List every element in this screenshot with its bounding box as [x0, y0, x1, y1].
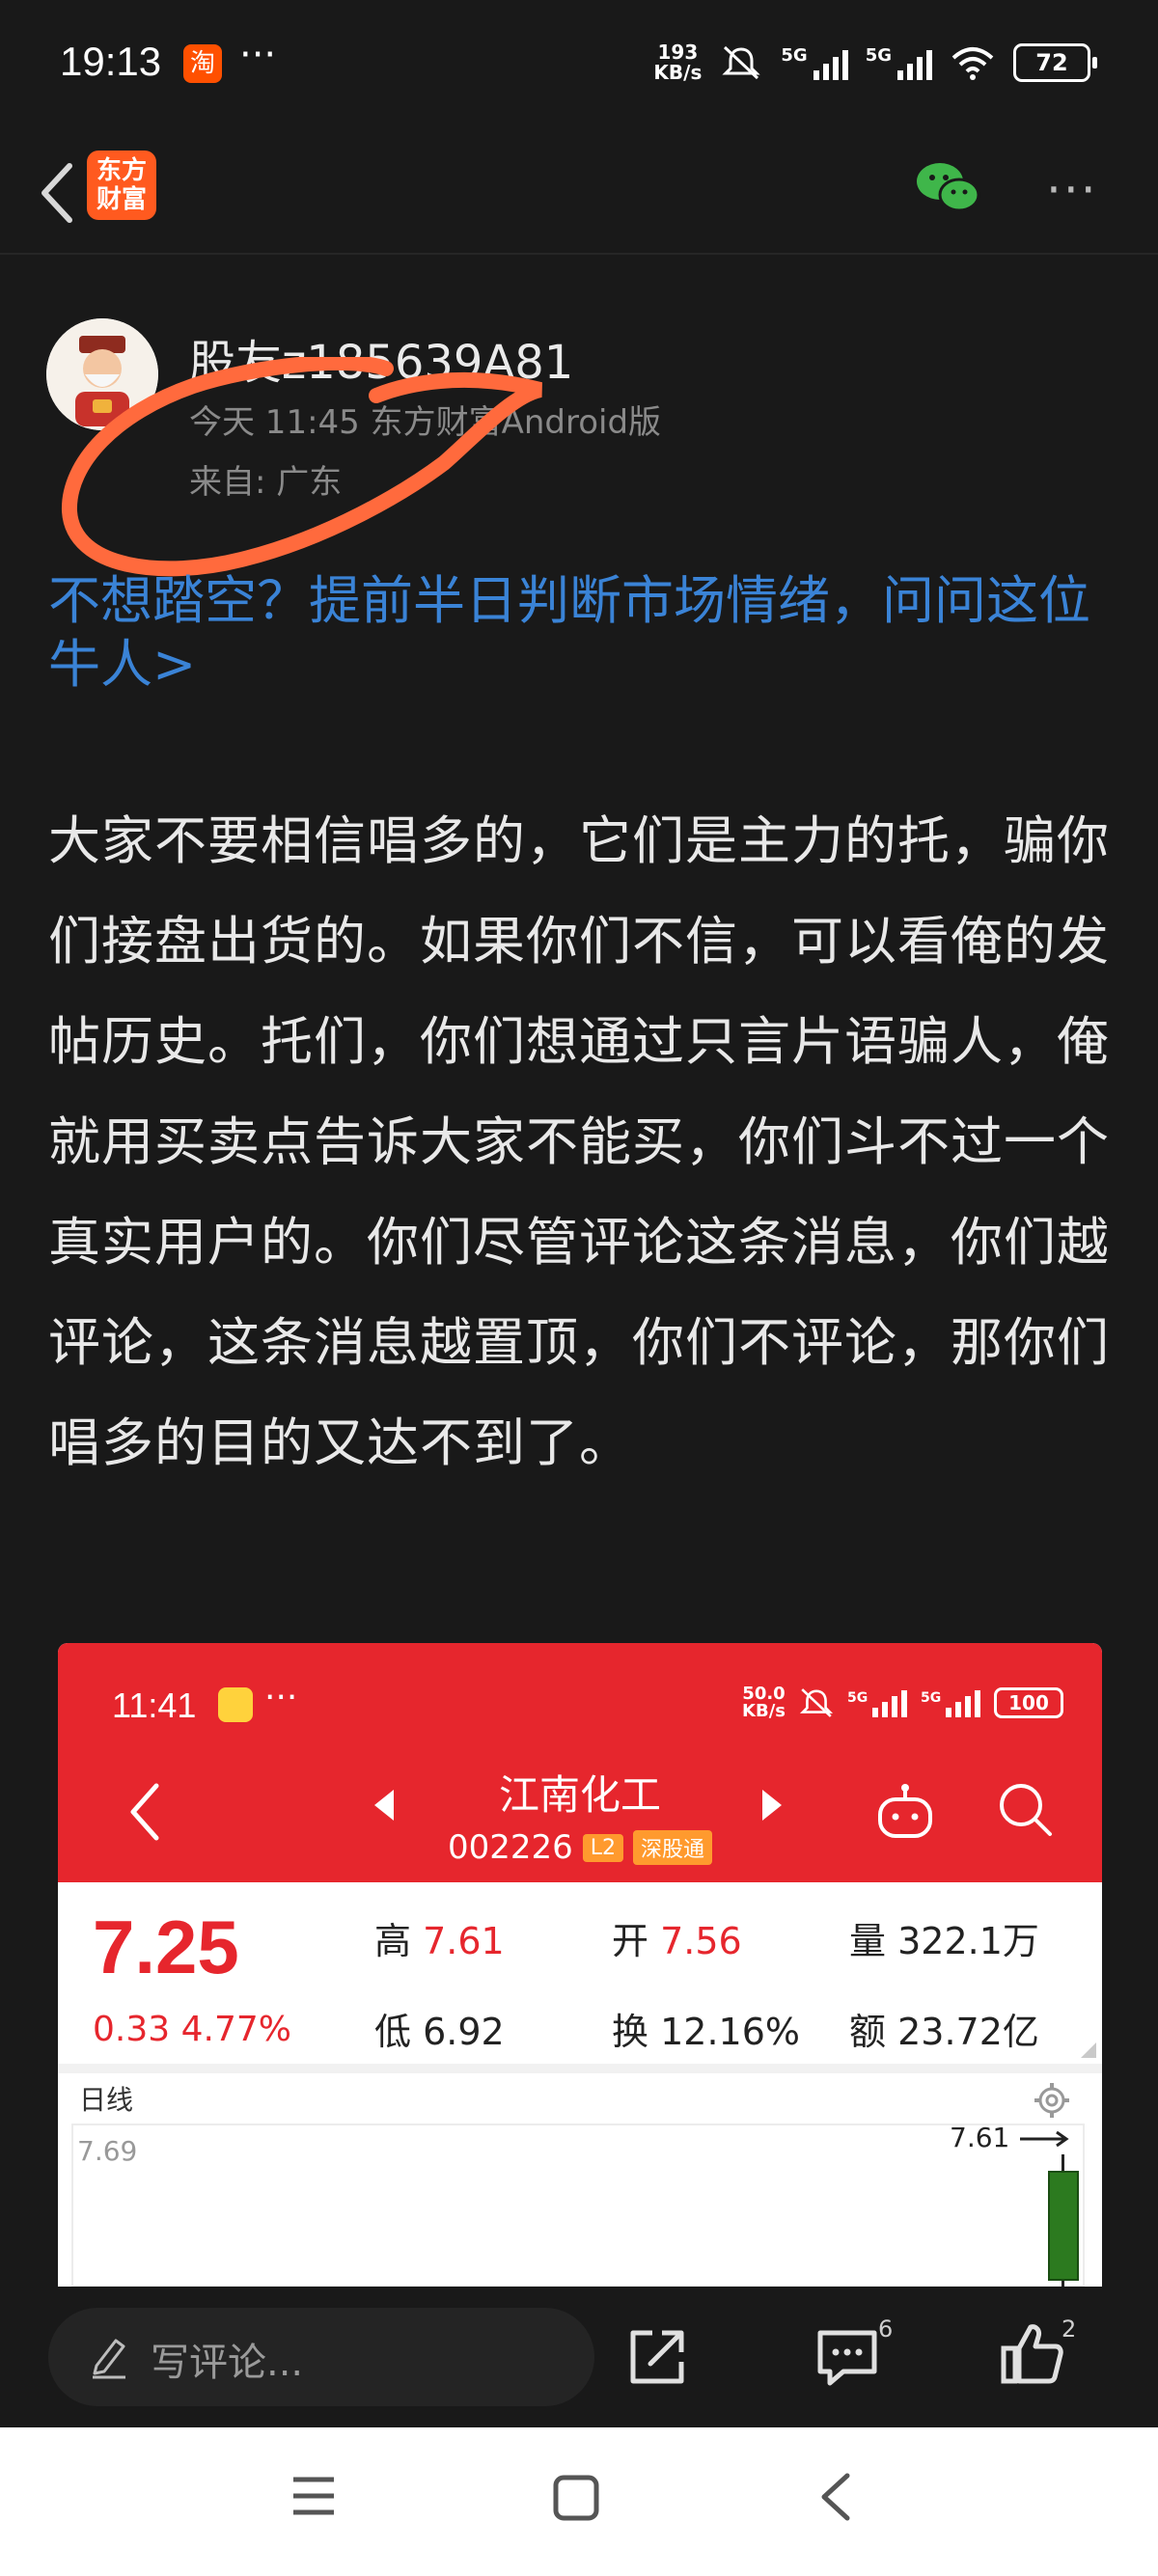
net-speed-value: 193	[657, 41, 699, 64]
stat-value: 7.61	[423, 1920, 505, 1962]
stock-name: 江南化工	[498, 1771, 661, 1819]
net-speed-unit: KB/s	[653, 61, 703, 84]
signal-icon: 5G	[847, 1690, 907, 1717]
status-more-indicator: ···	[239, 33, 277, 77]
net-speed: 193 KB/s	[653, 42, 702, 83]
badge-l2: L2	[582, 1833, 624, 1862]
stat-label: 换	[612, 2011, 649, 2053]
stat-high: 高 7.61	[374, 1911, 505, 1964]
app-logo[interactable]: 东方财富	[87, 151, 156, 220]
stat-label: 额	[849, 2011, 887, 2053]
stat-turnover: 换 12.16%	[612, 2002, 800, 2055]
stat-value: 23.72亿	[897, 2011, 1039, 2053]
post-location: 来自: 广东	[189, 463, 343, 502]
chart-marker-value: 7.61	[950, 2122, 1010, 2153]
mute-icon	[799, 1688, 834, 1717]
expand-corner-icon[interactable]	[1081, 2042, 1096, 2058]
embedded-stock-screenshot[interactable]: 11:41 ··· 50.0 KB/s 5G 5G 100 江南化工 00222…	[58, 1643, 1102, 2287]
svg-text:5G: 5G	[847, 1690, 868, 1706]
stat-value: 7.56	[660, 1920, 742, 1962]
stat-value: 12.16%	[660, 2011, 801, 2053]
status-icons: 193 KB/s 5G 5G 72	[653, 42, 1097, 83]
embedded-net-speed: 50.0 KB/s	[742, 1685, 786, 1720]
embedded-net-speed-unit: KB/s	[742, 1701, 786, 1721]
arrow-right-icon	[1020, 2130, 1069, 2148]
weibo-icon	[218, 1687, 253, 1722]
gear-icon[interactable]	[1033, 2081, 1071, 2120]
svg-text:5G: 5G	[921, 1690, 941, 1706]
wifi-icon	[951, 47, 994, 80]
stat-open: 开 7.56	[612, 1911, 742, 1964]
chart-high-label: 7.69	[77, 2135, 138, 2167]
stat-amount: 额 23.72亿	[849, 2002, 1039, 2055]
post-body: 大家不要相信唱多的，它们是主力的托，骗你们接盘出货的。如果你们不信，可以看俺的发…	[48, 810, 1110, 1473]
battery-level: 72	[1035, 49, 1068, 76]
chart-marker: 7.61	[950, 2122, 1072, 2153]
mute-icon	[722, 45, 760, 80]
search-icon[interactable]	[996, 1780, 1054, 1838]
stat-volume: 量 322.1万	[849, 1911, 1039, 1964]
candle-body	[1048, 2171, 1079, 2281]
embedded-status-time: 11:41	[112, 1685, 197, 1725]
comment-placeholder[interactable]: 写评论...	[151, 2331, 303, 2387]
section-separator	[58, 2064, 1102, 2073]
header-divider	[0, 253, 1158, 255]
signal-icon: 5G	[921, 1690, 980, 1717]
stat-value: 322.1万	[897, 1920, 1039, 1962]
like-icon[interactable]	[1000, 2319, 1063, 2387]
signal-icon: 5G	[866, 45, 932, 80]
status-bar: 19:13 淘 ··· 193 KB/s 5G 5G 72	[0, 0, 1158, 135]
stat-label: 量	[849, 1920, 887, 1962]
next-stock-icon[interactable]	[762, 1790, 782, 1821]
promo-link[interactable]: 不想踏空？提前半日判断市场情绪，问问这位牛人>	[48, 569, 1110, 697]
battery-icon: 100	[994, 1687, 1063, 1718]
stat-label: 开	[612, 1920, 649, 1962]
stat-label: 高	[374, 1920, 412, 1962]
edit-icon	[93, 2339, 125, 2379]
embedded-status-more: ···	[264, 1678, 298, 1717]
stat-low: 低 6.92	[374, 2002, 505, 2055]
more-icon[interactable]: ···	[1046, 162, 1098, 218]
stock-code: 002226	[447, 1828, 573, 1867]
battery-icon: 72	[1013, 43, 1097, 82]
net-type-label: 5G	[781, 45, 808, 66]
net-type-label: 5G	[865, 45, 892, 66]
embedded-battery-level: 100	[1008, 1691, 1049, 1714]
back-icon[interactable]	[29, 154, 87, 232]
share-icon[interactable]	[625, 2325, 689, 2389]
status-time: 19:13	[60, 39, 162, 84]
like-count: 2	[1062, 2316, 1077, 2343]
robot-icon[interactable]	[874, 1782, 936, 1840]
tab-daily[interactable]: 日线	[79, 2079, 133, 2118]
stat-label: 低	[374, 2011, 412, 2053]
back-icon[interactable]	[816, 2470, 855, 2524]
kline-chart[interactable]	[71, 2124, 1085, 2287]
menu-icon[interactable]	[290, 2474, 338, 2518]
stock-price: 7.25	[93, 1905, 239, 1989]
embedded-status-icons: 50.0 KB/s 5G 5G 100	[742, 1685, 1063, 1720]
signal-icon: 5G	[781, 45, 848, 80]
stock-header: 11:41 ··· 50.0 KB/s 5G 5G 100 江南化工 00222…	[58, 1643, 1102, 1882]
stock-change: 0.33 4.77%	[93, 2010, 291, 2049]
post-author[interactable]: 股友z185639A81	[189, 324, 573, 392]
stock-code-row: 002226 L2 深股通	[58, 1828, 1102, 1867]
stat-value: 6.92	[423, 2011, 505, 2053]
comment-icon[interactable]	[814, 2325, 880, 2389]
avatar[interactable]	[46, 318, 158, 430]
home-icon[interactable]	[552, 2474, 600, 2522]
badge-shenguton: 深股通	[633, 1830, 713, 1865]
taobao-icon: 淘	[183, 44, 222, 83]
avatar-image	[46, 318, 158, 430]
post-meta: 今天 11:45 东方财富Android版	[189, 403, 662, 442]
comment-count: 6	[878, 2316, 894, 2343]
wechat-share-icon[interactable]	[915, 158, 980, 216]
